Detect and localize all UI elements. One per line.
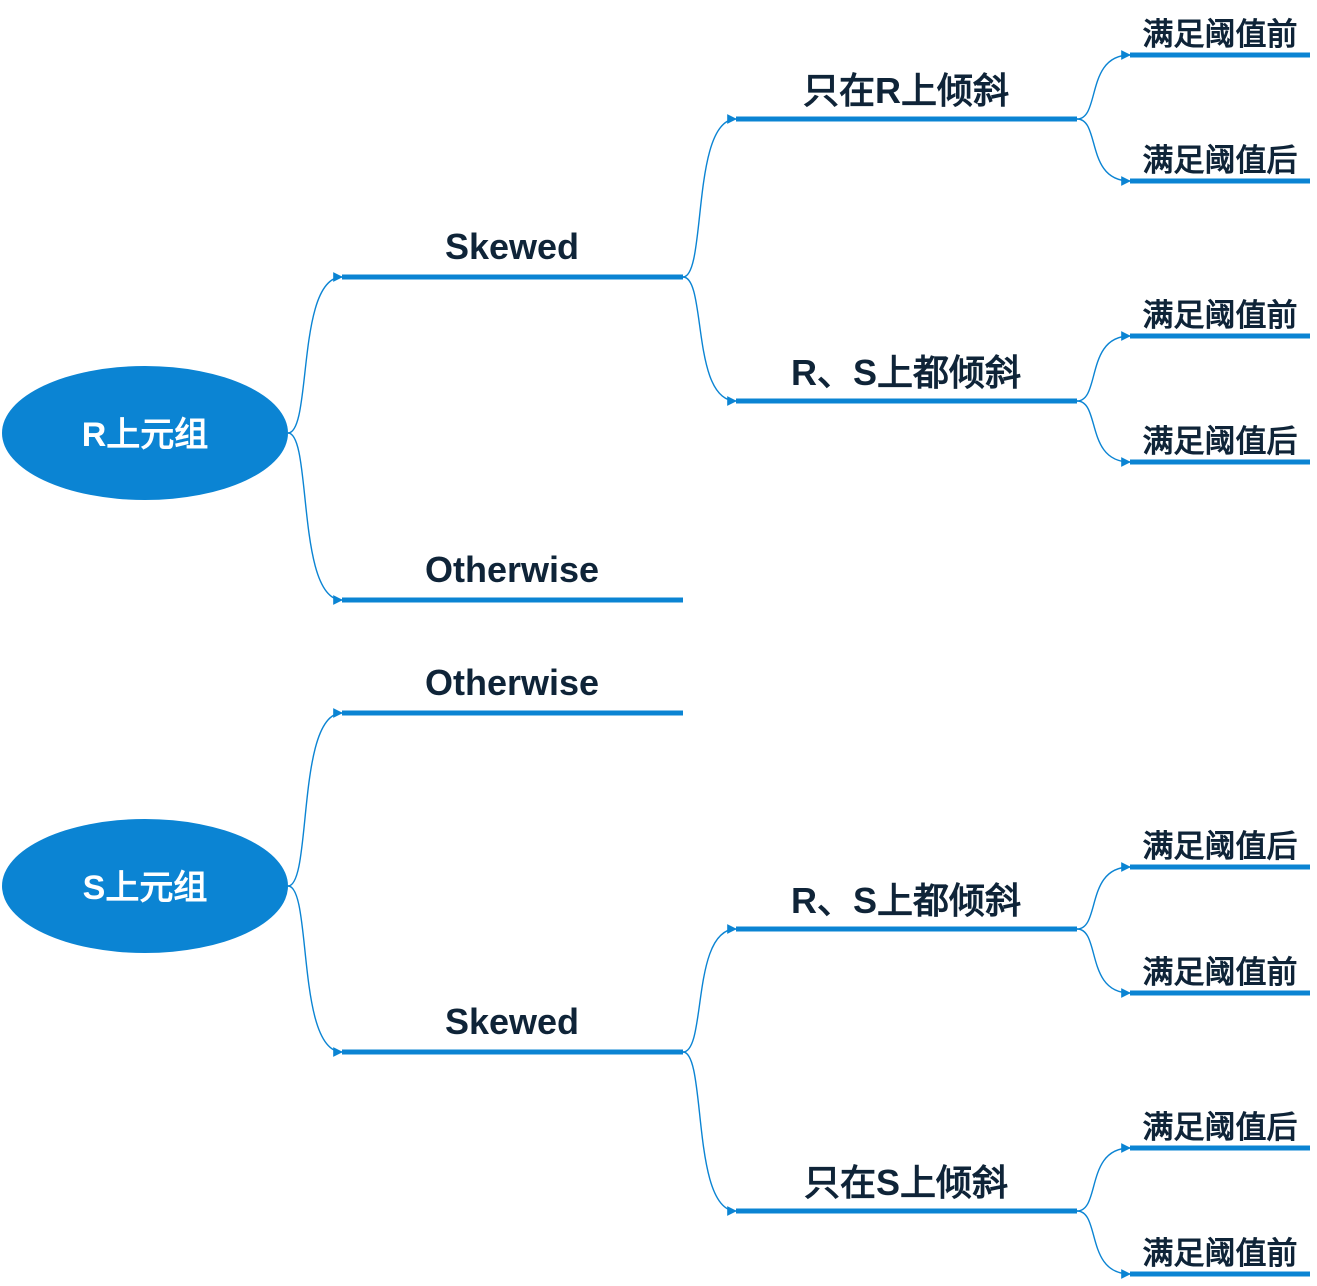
- branch-to-sub-connector: [682, 276, 737, 406]
- sub-to-leaf-connector: [1076, 50, 1131, 120]
- sub-to-leaf-connector: [1076, 928, 1131, 998]
- sub-to-leaf-connector: [1076, 331, 1131, 402]
- branch-label: Skewed: [445, 226, 579, 267]
- branch-to-sub-connector: [682, 114, 737, 278]
- branch-label: Skewed: [445, 1001, 579, 1042]
- root-to-branch-connector: [287, 432, 343, 605]
- branch-to-sub-connector: [682, 1051, 737, 1216]
- sub-branch-label: R、S上都倾斜: [791, 352, 1021, 393]
- leaf-label: 满足阈值前: [1143, 17, 1298, 52]
- sub-to-leaf-connector: [1076, 1210, 1131, 1279]
- sub-to-leaf-connector: [1076, 1143, 1131, 1212]
- mind-map-diagram: R上元组S上元组 Skewed只在R上倾斜满足阈值前满足阈值后R、S上都倾斜满足…: [2, 17, 1310, 1279]
- root-to-branch-connector: [287, 885, 343, 1057]
- root-to-branch-connector: [287, 708, 343, 887]
- node-labels: Skewed只在R上倾斜满足阈值前满足阈值后R、S上都倾斜满足阈值前满足阈值后O…: [425, 17, 1298, 1271]
- leaf-label: 满足阈值后: [1143, 143, 1298, 178]
- root-to-branch-connector: [287, 272, 343, 434]
- sub-to-leaf-connector: [1076, 862, 1131, 930]
- branch-label: Otherwise: [425, 549, 599, 590]
- leaf-label: 满足阈值后: [1143, 424, 1298, 459]
- leaf-label: 满足阈值前: [1143, 1236, 1298, 1271]
- sub-branch-label: 只在S上倾斜: [804, 1162, 1008, 1203]
- sub-to-leaf-connector: [1076, 400, 1131, 467]
- branch-to-sub-connector: [682, 924, 737, 1053]
- branch-label: Otherwise: [425, 662, 599, 703]
- leaf-label: 满足阈值前: [1143, 955, 1298, 990]
- root-node-label: R上元组: [82, 416, 209, 454]
- root-nodes: R上元组 S上元组: [2, 366, 288, 953]
- sub-branch-label: 只在R上倾斜: [803, 70, 1009, 111]
- connector-lines: [287, 50, 1131, 1279]
- sub-to-leaf-connector: [1076, 118, 1131, 186]
- leaf-label: 满足阈值前: [1143, 298, 1298, 333]
- root-node-label: S上元组: [83, 869, 208, 907]
- leaf-label: 满足阈值后: [1143, 829, 1298, 864]
- sub-branch-label: R、S上都倾斜: [791, 880, 1021, 921]
- leaf-label: 满足阈值后: [1143, 1110, 1298, 1145]
